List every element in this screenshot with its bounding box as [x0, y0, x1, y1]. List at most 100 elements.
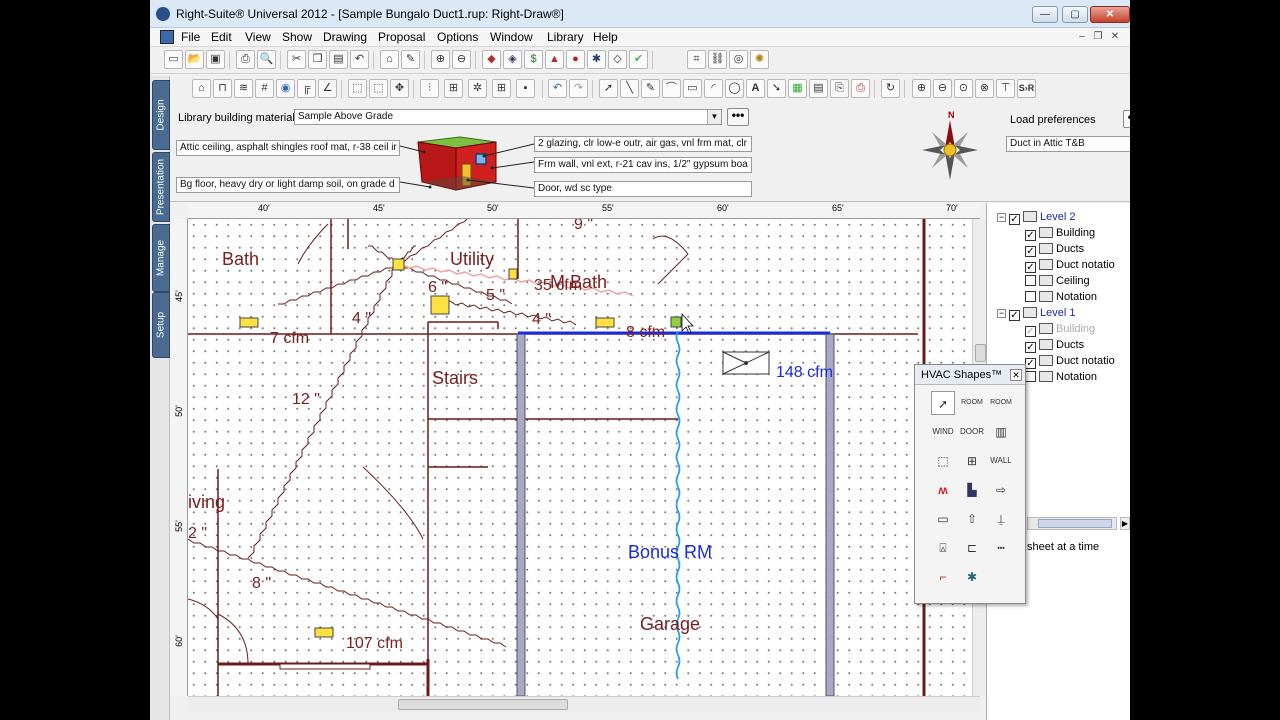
snap-icon[interactable]: ◉ [276, 79, 295, 98]
drawing-canvas[interactable]: Bath Utility M Bath Stairs Bonus RM Gara… [188, 219, 980, 696]
center-icon[interactable]: ✲ [468, 79, 487, 98]
table-tool-icon[interactable]: ▤ [809, 79, 828, 98]
door-material-field[interactable]: Door, wd sc type [534, 181, 752, 197]
palette-close-button[interactable]: ✕ [1010, 369, 1022, 381]
unit-icon[interactable]: ▙ [960, 478, 984, 502]
tree-item[interactable]: ✓ Ducts [1025, 243, 1084, 257]
ellipse-tool-icon[interactable]: ◯ [725, 79, 744, 98]
pointer-icon[interactable]: ➚ [931, 391, 955, 415]
radiant-icon[interactable]: ʍ [931, 478, 955, 502]
wall-icon[interactable]: WALL [989, 449, 1013, 473]
glazing-material-field[interactable]: 2 glazing, clr low-e outr, air gas, vnl … [534, 136, 752, 152]
arrow-tool-icon[interactable]: ➘ [767, 79, 786, 98]
tab-setup[interactable]: Setup [152, 292, 170, 358]
cut-icon[interactable]: ✂ [287, 50, 306, 69]
tab-presentation[interactable]: Presentation [152, 152, 170, 222]
layers-icon[interactable]: ≋ [234, 79, 253, 98]
menu-show[interactable]: Show [282, 30, 312, 44]
library-more-button[interactable]: ••• [727, 108, 749, 126]
load-preferences-more-button[interactable]: ••• [1123, 110, 1130, 128]
sr-icon[interactable]: S›R [1017, 79, 1036, 98]
window-grid-icon[interactable]: ⊞ [960, 449, 984, 473]
paste-icon[interactable]: ▤ [329, 50, 348, 69]
fan-icon[interactable]: ✱ [587, 50, 606, 69]
refresh-icon[interactable]: ↻ [881, 79, 900, 98]
attic-material-field[interactable]: Attic ceiling, asphalt shingles roof mat… [176, 140, 400, 156]
menu-edit[interactable]: Edit [211, 30, 232, 44]
tree-item[interactable]: ✓ Duct notatio [1025, 259, 1115, 273]
equipment-icon[interactable]: ▲ [545, 50, 564, 69]
undo-icon[interactable]: ↶ [350, 50, 369, 69]
align-icon[interactable]: ⫶ [420, 79, 439, 98]
image-tool-icon[interactable]: ▦ [788, 79, 807, 98]
print-icon[interactable]: ⎙ [236, 50, 255, 69]
tree-item[interactable]: ✓ Building [1025, 227, 1095, 241]
room-icon[interactable]: ROOM [960, 391, 984, 415]
rectangle-tool-icon[interactable]: ▭ [683, 79, 702, 98]
copy-icon[interactable]: ❐ [308, 50, 327, 69]
link-icon[interactable]: ⛓ [708, 50, 727, 69]
coil-icon[interactable]: ◎ [729, 50, 748, 69]
zoom-window-icon[interactable]: ⊙ [954, 79, 973, 98]
highlight-icon[interactable]: ✔ [629, 50, 648, 69]
box-arrow-icon[interactable]: ▭ [931, 507, 955, 531]
door-icon[interactable]: DOOR [960, 420, 984, 444]
arrow-box-icon[interactable]: ⇨ [989, 478, 1013, 502]
room-2-icon[interactable]: ROOM [989, 391, 1013, 415]
zoom-in-icon[interactable]: ⊕ [431, 50, 450, 69]
close-button[interactable]: ✕ [1090, 6, 1130, 23]
up-arrow-icon[interactable]: ⇧ [960, 507, 984, 531]
print-preview-icon[interactable]: 🔍 [257, 50, 276, 69]
move-icon[interactable]: ✥ [390, 79, 409, 98]
horizontal-scrollbar[interactable] [188, 696, 980, 712]
menu-window[interactable]: Window [490, 30, 533, 44]
distribute-icon[interactable]: ⊞ [444, 79, 463, 98]
tree-item[interactable]: ✓ Building [1025, 323, 1095, 337]
top-icon[interactable]: ⊤ [996, 79, 1015, 98]
menu-library[interactable]: Library [547, 30, 584, 44]
menu-proposal[interactable]: Proposal [378, 30, 425, 44]
minimize-button[interactable]: — [1032, 6, 1058, 23]
fitting-icon[interactable]: ⊏ [960, 536, 984, 560]
tab-design[interactable]: Design [152, 80, 170, 150]
duct-icon[interactable]: ⌐ [931, 565, 955, 589]
polyline-tool-icon[interactable]: ⌒ [662, 79, 681, 98]
box-icon[interactable]: ◈ [503, 50, 522, 69]
tree-item[interactable]: Notation [1025, 291, 1097, 303]
menu-options[interactable]: Options [437, 30, 478, 44]
tree-scrollbar[interactable] [1027, 517, 1117, 530]
load-calc-icon[interactable]: ◆ [482, 50, 501, 69]
pencil-icon[interactable]: ✎ [401, 50, 420, 69]
window-icon[interactable]: WIND [931, 420, 955, 444]
scroll-thumb[interactable] [398, 699, 568, 710]
export-icon[interactable]: ⎘ [830, 79, 849, 98]
tree-item[interactable]: ✓ Duct notatio [1025, 355, 1115, 369]
globe-icon[interactable]: ● [566, 50, 585, 69]
house-icon[interactable]: ⌂ [380, 50, 399, 69]
menu-drawing[interactable]: Drawing [323, 30, 367, 44]
mdi-restore-button[interactable]: ❐ [1091, 31, 1105, 44]
tree-item[interactable]: ✓ Ducts [1025, 339, 1084, 353]
zoom-fit-icon[interactable]: ⊗ [975, 79, 994, 98]
menu-help[interactable]: Help [593, 30, 618, 44]
scroll-thumb[interactable] [975, 344, 986, 362]
line-tool-icon[interactable]: ╲ [620, 79, 639, 98]
group-icon[interactable]: ⬚ [348, 79, 367, 98]
fan-icon[interactable]: ✱ [960, 565, 984, 589]
zoom-in-icon[interactable]: ⊕ [912, 79, 931, 98]
tree-item[interactable]: Ceiling [1025, 275, 1090, 287]
tab-manage[interactable]: Manage [152, 224, 170, 292]
menu-view[interactable]: View [245, 30, 271, 44]
house-icon[interactable]: ⌂ [192, 79, 211, 98]
bar-icon[interactable]: ┅ [989, 536, 1013, 560]
floor-material-field[interactable]: Bg floor, heavy dry or light damp soil, … [176, 177, 400, 193]
text-tool-icon[interactable]: A [746, 79, 765, 98]
angle-icon[interactable]: ∠ [318, 79, 337, 98]
select-pointer-icon[interactable]: ➚ [599, 79, 618, 98]
menu-file[interactable]: File [181, 30, 200, 44]
box-3d-icon[interactable]: ⬚ [931, 449, 955, 473]
save-icon[interactable]: ▣ [206, 50, 225, 69]
door-icon[interactable]: ⊓ [213, 79, 232, 98]
zoom-out-icon[interactable]: ⊖ [933, 79, 952, 98]
redo-arrow-icon[interactable]: ↷ [569, 79, 588, 98]
